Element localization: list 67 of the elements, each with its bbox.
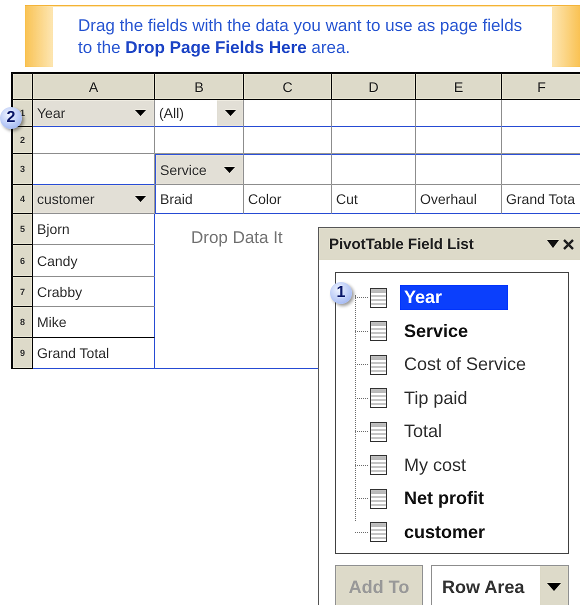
field-item[interactable]: Net profit [400, 486, 488, 512]
table-cell[interactable] [416, 154, 502, 185]
field-item[interactable]: My cost [400, 452, 470, 478]
field-item[interactable]: Service [400, 318, 472, 344]
column-header[interactable]: B [155, 74, 244, 100]
dropdown-arrow-icon[interactable] [547, 240, 559, 248]
field-item[interactable]: customer [400, 520, 490, 545]
column-header[interactable]: A [33, 74, 155, 100]
table-cell[interactable] [332, 154, 416, 185]
dropdown-arrow-icon[interactable] [135, 110, 146, 116]
cell-text: Overhaul [420, 191, 477, 207]
column-header[interactable]: C [244, 74, 332, 100]
row-header[interactable]: 7 [13, 277, 33, 307]
field-item[interactable]: Total [400, 419, 446, 444]
table-cell[interactable] [416, 100, 502, 127]
cell-text: Grand Total [37, 345, 110, 361]
table-cell[interactable] [244, 127, 332, 154]
table-cell[interactable] [33, 127, 155, 154]
callout-badge: 2 [0, 107, 22, 129]
area-dropdown[interactable]: Row Area [431, 565, 569, 605]
panel-title: PivotTable Field List [329, 236, 474, 252]
column-header[interactable]: F [502, 74, 580, 100]
cell-text: Candy [37, 252, 78, 268]
dropdown-arrow-icon[interactable] [135, 196, 146, 202]
row-header[interactable]: 3 [13, 154, 33, 185]
table-field-icon [370, 321, 387, 342]
table-field-icon [370, 388, 387, 408]
field-button[interactable]: Year [33, 100, 155, 127]
field-item[interactable]: Tip paid [400, 386, 472, 411]
cell-text: Cut [336, 191, 358, 207]
table-cell[interactable] [244, 100, 332, 127]
cell-text: Grand Tota [506, 191, 576, 207]
dropdown-arrow-icon[interactable] [224, 110, 236, 116]
cell-text: Braid [160, 191, 193, 207]
table-field-icon [370, 422, 387, 442]
row-header[interactable]: 4 [13, 185, 33, 214]
table-field-icon [370, 522, 387, 542]
instruction-text: Drag the fields with the data you want to use as page fields to the Drop Page Fields Here area. [78, 15, 524, 59]
row-header[interactable]: 8 [13, 307, 33, 338]
table-field-icon [370, 488, 387, 509]
table-cell[interactable] [332, 127, 416, 154]
column-header[interactable]: D [332, 74, 416, 100]
cell-text: Mike [37, 314, 67, 330]
row-header[interactable]: 9 [13, 338, 33, 369]
dropdown-arrow-icon[interactable] [224, 166, 235, 172]
row-header[interactable]: 6 [13, 245, 33, 277]
cell-text: Color [248, 191, 282, 207]
cell-text: Crabby [37, 284, 82, 300]
cell-text: Bjorn [37, 221, 70, 237]
row-header[interactable]: 5 [13, 214, 33, 245]
field-item[interactable]: Cost of Service [400, 352, 530, 378]
column-header[interactable]: E [416, 74, 502, 100]
row-header[interactable]: 2 [13, 127, 33, 154]
field-button[interactable]: customer [33, 185, 155, 214]
table-cell[interactable] [502, 154, 580, 185]
table-field-icon [370, 288, 387, 308]
close-icon[interactable] [563, 238, 574, 250]
table-cell[interactable] [244, 154, 332, 185]
corner-cell[interactable] [13, 74, 33, 100]
field-button[interactable]: Service [155, 154, 244, 185]
table-cell[interactable] [332, 100, 416, 127]
table-field-icon [370, 354, 387, 375]
field-item[interactable]: Year [400, 285, 508, 310]
table-cell[interactable] [416, 127, 502, 154]
filter-dropdown[interactable]: (All) [155, 100, 244, 127]
table-field-icon [370, 455, 387, 476]
dropdown-arrow-icon[interactable] [547, 583, 561, 591]
